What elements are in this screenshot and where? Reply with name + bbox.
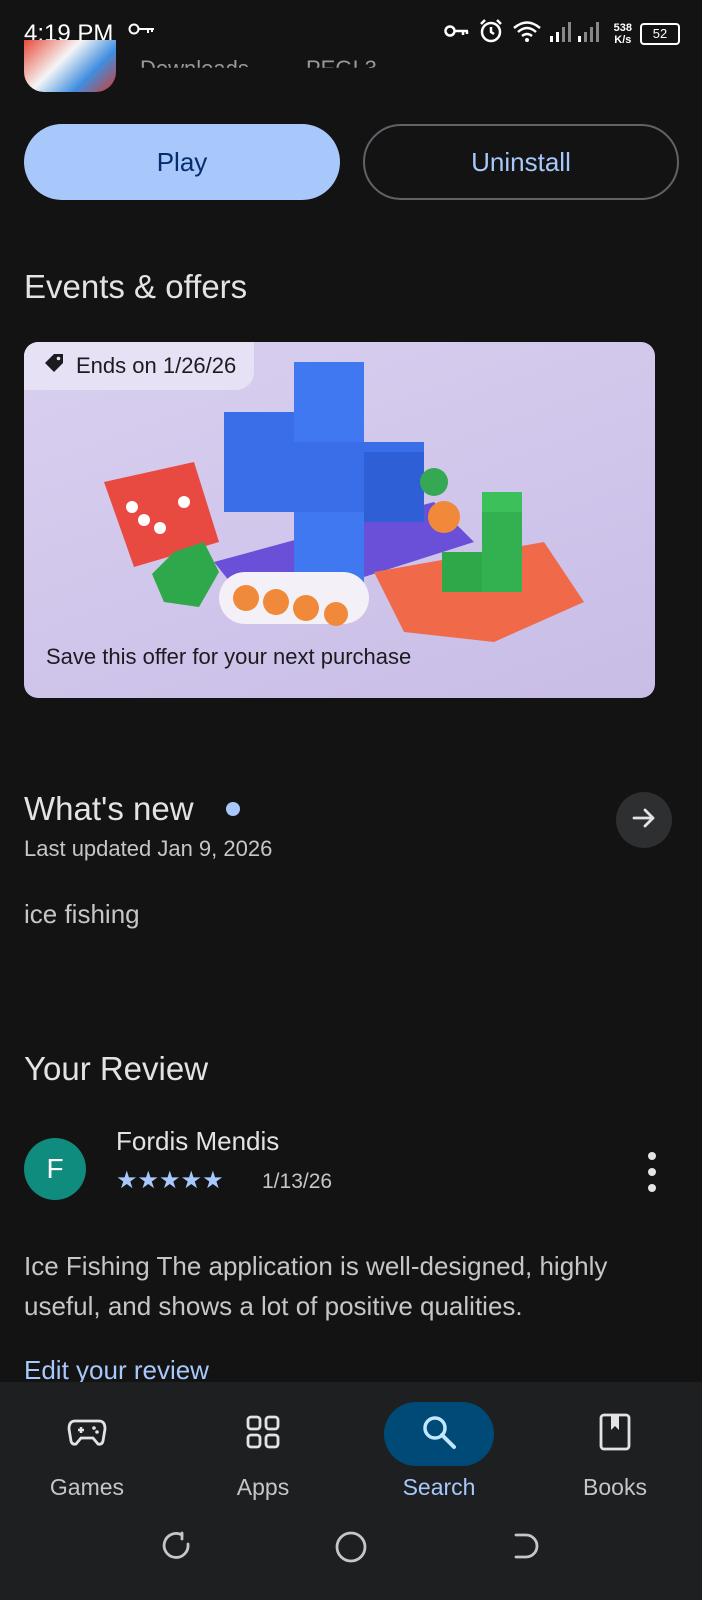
last-updated-text: Last updated Jan 9, 2026 bbox=[24, 836, 273, 861]
nav-books-label: Books bbox=[583, 1474, 647, 1500]
nav-books-pill bbox=[560, 1402, 670, 1466]
offer-expiry-badge: Ends on 1/26/26 bbox=[24, 342, 255, 390]
events-section-title: Events & offers bbox=[24, 268, 248, 305]
avatar: F bbox=[24, 1138, 86, 1200]
play-button[interactable]: Play bbox=[24, 124, 340, 200]
offer-card[interactable]: Ends on 1/26/26 Save this offer for your… bbox=[24, 342, 655, 698]
more-options-button[interactable] bbox=[640, 1152, 664, 1192]
nav-games[interactable]: Games bbox=[22, 1402, 152, 1501]
downloads-label: Downloads bbox=[140, 56, 249, 81]
nav-games-label: Games bbox=[49, 1474, 125, 1500]
vpn-key-icon bbox=[128, 22, 156, 41]
review-date: 1/13/26 bbox=[262, 1170, 333, 1193]
whats-new-arrow-button[interactable] bbox=[616, 792, 672, 848]
recents-button[interactable] bbox=[160, 1530, 192, 1567]
nav-search-label: Search bbox=[402, 1474, 476, 1500]
battery-indicator: 52 bbox=[640, 22, 680, 45]
more-vert-icon bbox=[648, 1152, 656, 1160]
wifi-icon bbox=[512, 19, 542, 48]
offer-expiry-text: Ends on 1/26/26 bbox=[76, 353, 237, 378]
home-icon bbox=[335, 1531, 367, 1563]
status-icons: 538 K/s 52 bbox=[443, 18, 680, 49]
vpn-key-icon bbox=[443, 24, 470, 43]
bottom-navigation: Games Apps Search Books bbox=[0, 1382, 702, 1600]
whats-new-title: What's new bbox=[24, 790, 194, 827]
search-icon bbox=[421, 1414, 457, 1455]
star-rating: ★★★★★ bbox=[116, 1167, 224, 1194]
your-review-title: Your Review bbox=[24, 1050, 209, 1087]
home-button[interactable] bbox=[334, 1530, 368, 1569]
recents-icon bbox=[162, 1531, 190, 1559]
nav-games-pill bbox=[32, 1402, 142, 1466]
offer-caption: Save this offer for your next purchase bbox=[46, 644, 412, 669]
whats-new-notes: ice fishing bbox=[24, 899, 140, 929]
uninstall-button[interactable]: Uninstall bbox=[363, 124, 679, 200]
app-icon bbox=[24, 40, 116, 92]
signal-icon bbox=[549, 20, 606, 47]
nav-apps-pill bbox=[208, 1402, 318, 1466]
nav-apps-label: Apps bbox=[236, 1474, 290, 1500]
review-author: Fordis Mendis bbox=[116, 1126, 280, 1156]
speed-value: 538 bbox=[613, 21, 632, 34]
nav-search-pill bbox=[384, 1402, 494, 1466]
apps-grid-icon bbox=[246, 1415, 280, 1454]
nav-search[interactable]: Search bbox=[374, 1402, 504, 1501]
alarm-icon bbox=[478, 18, 504, 49]
speed-unit: K/s bbox=[614, 33, 632, 46]
network-speed: 538 K/s bbox=[614, 22, 632, 46]
back-icon bbox=[514, 1533, 539, 1559]
review-text: Ice Fishing The application is well-desi… bbox=[24, 1251, 608, 1321]
nav-books[interactable]: Books bbox=[550, 1402, 680, 1501]
gamepad-icon bbox=[67, 1417, 107, 1452]
book-icon bbox=[599, 1413, 631, 1456]
new-indicator-dot bbox=[226, 802, 240, 816]
arrow-right-icon bbox=[630, 804, 658, 837]
back-button[interactable] bbox=[510, 1530, 542, 1567]
rating-label: PEGI 3 bbox=[306, 56, 377, 81]
nav-apps[interactable]: Apps bbox=[198, 1402, 328, 1501]
tag-icon bbox=[42, 351, 66, 381]
